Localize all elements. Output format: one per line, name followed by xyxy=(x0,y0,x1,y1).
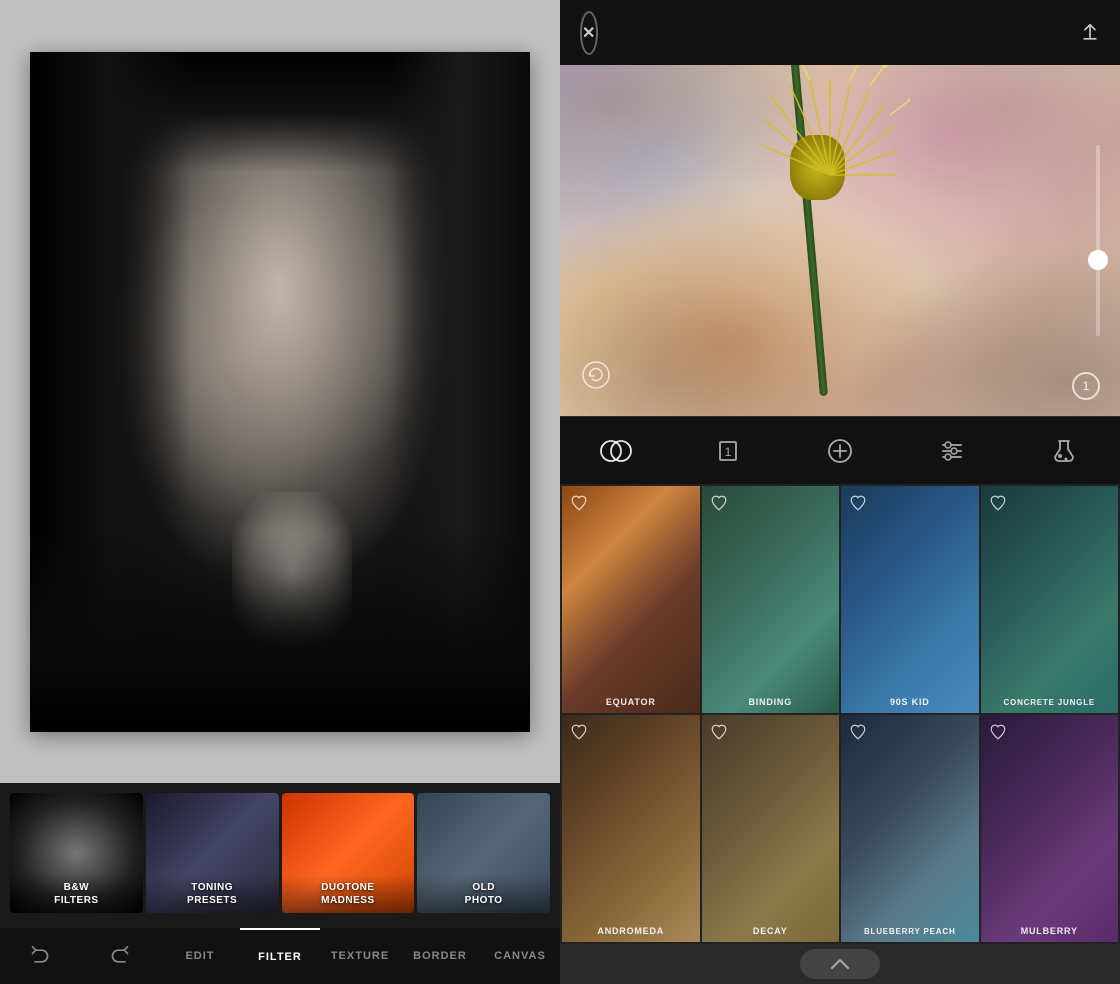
layer-number-badge: 1 xyxy=(1072,372,1100,400)
mulberry-bg xyxy=(981,715,1119,942)
scroll-up-button[interactable] xyxy=(800,949,880,979)
photo-frame xyxy=(30,52,530,732)
portrait-bottom xyxy=(30,532,530,732)
right-main-image: 1 xyxy=(560,65,1120,416)
border-button[interactable]: BORDER xyxy=(400,928,480,984)
90skid-heart-icon[interactable] xyxy=(849,494,867,512)
dandelion-petals-svg xyxy=(750,65,910,255)
redo-icon xyxy=(110,946,130,966)
blend-tool-button[interactable] xyxy=(598,433,634,469)
blend-icon xyxy=(598,433,634,469)
reset-button[interactable] xyxy=(580,359,612,396)
add-tool-button[interactable] xyxy=(822,433,858,469)
decay-heart-icon[interactable] xyxy=(710,723,728,741)
concrete-label: CONCRETE JUNGLE xyxy=(981,694,1119,713)
texture-decay[interactable]: DECAY xyxy=(702,715,840,942)
90skid-bg xyxy=(841,486,979,713)
photo-area xyxy=(0,0,560,783)
andromeda-bg xyxy=(562,715,700,942)
texture-binding[interactable]: BINDING xyxy=(702,486,840,713)
equator-label: EQUATOR xyxy=(562,693,700,713)
texture-mulberry[interactable]: MULBERRY xyxy=(981,715,1119,942)
texture-equator[interactable]: EQUATOR xyxy=(562,486,700,713)
adjust-icon xyxy=(934,433,970,469)
right-header: ✕ xyxy=(560,0,1120,65)
undo-icon xyxy=(30,946,50,966)
adjust-tool-button[interactable] xyxy=(934,433,970,469)
intensity-slider-thumb[interactable] xyxy=(1088,250,1108,270)
texture-grid: EQUATOR BINDING 90S KID CONCRETE JUNGLE … xyxy=(560,484,1120,944)
texture-andromeda[interactable]: ANDROMEDA xyxy=(562,715,700,942)
share-icon xyxy=(1080,23,1100,43)
close-button[interactable]: ✕ xyxy=(580,11,598,55)
blueberry-label: BLUEBERRY PEACH xyxy=(841,923,979,942)
svg-text:1: 1 xyxy=(725,445,732,459)
up-arrow-icon xyxy=(828,956,852,972)
bottom-toolbar: EDIT FILTER TEXTURE BORDER CANVAS xyxy=(0,928,560,984)
scroll-up-area xyxy=(560,944,1120,984)
binding-label: BINDING xyxy=(702,693,840,713)
blueberry-heart-icon[interactable] xyxy=(849,723,867,741)
left-panel: B&WFILTERS TONINGPRESETS DUOTONEMADNESS … xyxy=(0,0,560,984)
texture-concrete-jungle[interactable]: CONCRETE JUNGLE xyxy=(981,486,1119,713)
mulberry-heart-icon[interactable] xyxy=(989,723,1007,741)
filter-presets-bar: B&WFILTERS TONINGPRESETS DUOTONEMADNESS … xyxy=(0,783,560,928)
lab-icon xyxy=(1046,433,1082,469)
equator-heart-icon[interactable] xyxy=(570,494,588,512)
undo-button[interactable] xyxy=(0,928,80,984)
binding-bg xyxy=(702,486,840,713)
tool-bar: 1 xyxy=(560,416,1120,484)
decay-bg xyxy=(702,715,840,942)
reset-icon xyxy=(580,359,612,391)
filter-button[interactable]: FILTER xyxy=(240,928,320,984)
redo-button[interactable] xyxy=(80,928,160,984)
preset-toning-presets[interactable]: TONINGPRESETS xyxy=(146,793,279,913)
layer-icon: 1 xyxy=(710,433,746,469)
texture-blueberry-peach[interactable]: BLUEBERRY PEACH xyxy=(841,715,979,942)
preset-toning-label: TONINGPRESETS xyxy=(146,875,279,913)
preset-duotone-madness[interactable]: DUOTONEMADNESS xyxy=(282,793,415,913)
equator-bg xyxy=(562,486,700,713)
share-button[interactable] xyxy=(1080,15,1100,51)
blueberry-bg xyxy=(841,715,979,942)
right-panel: ✕ xyxy=(560,0,1120,984)
decay-label: DECAY xyxy=(702,922,840,942)
concrete-bg xyxy=(981,486,1119,713)
layer-tool-button[interactable]: 1 xyxy=(710,433,746,469)
andromeda-heart-icon[interactable] xyxy=(570,723,588,741)
binding-heart-icon[interactable] xyxy=(710,494,728,512)
dandelion-head xyxy=(760,115,815,180)
90skid-label: 90S KID xyxy=(841,693,979,713)
concrete-heart-icon[interactable] xyxy=(989,494,1007,512)
andromeda-label: ANDROMEDA xyxy=(562,922,700,942)
add-icon xyxy=(822,433,858,469)
mulberry-label: MULBERRY xyxy=(981,922,1119,942)
lab-tool-button[interactable] xyxy=(1046,433,1082,469)
preset-duo-label: DUOTONEMADNESS xyxy=(282,875,415,913)
preset-old-label: OLDPHOTO xyxy=(417,875,550,913)
edit-button[interactable]: EDIT xyxy=(160,928,240,984)
preset-bw-label: B&WFILTERS xyxy=(10,875,143,913)
preset-old-photo[interactable]: OLDPHOTO xyxy=(417,793,550,913)
preset-bw-filters[interactable]: B&WFILTERS xyxy=(10,793,143,913)
intensity-slider-track xyxy=(1096,145,1100,336)
texture-90skid[interactable]: 90S KID xyxy=(841,486,979,713)
canvas-button[interactable]: CANVAS xyxy=(480,928,560,984)
texture-button[interactable]: TEXTURE xyxy=(320,928,400,984)
